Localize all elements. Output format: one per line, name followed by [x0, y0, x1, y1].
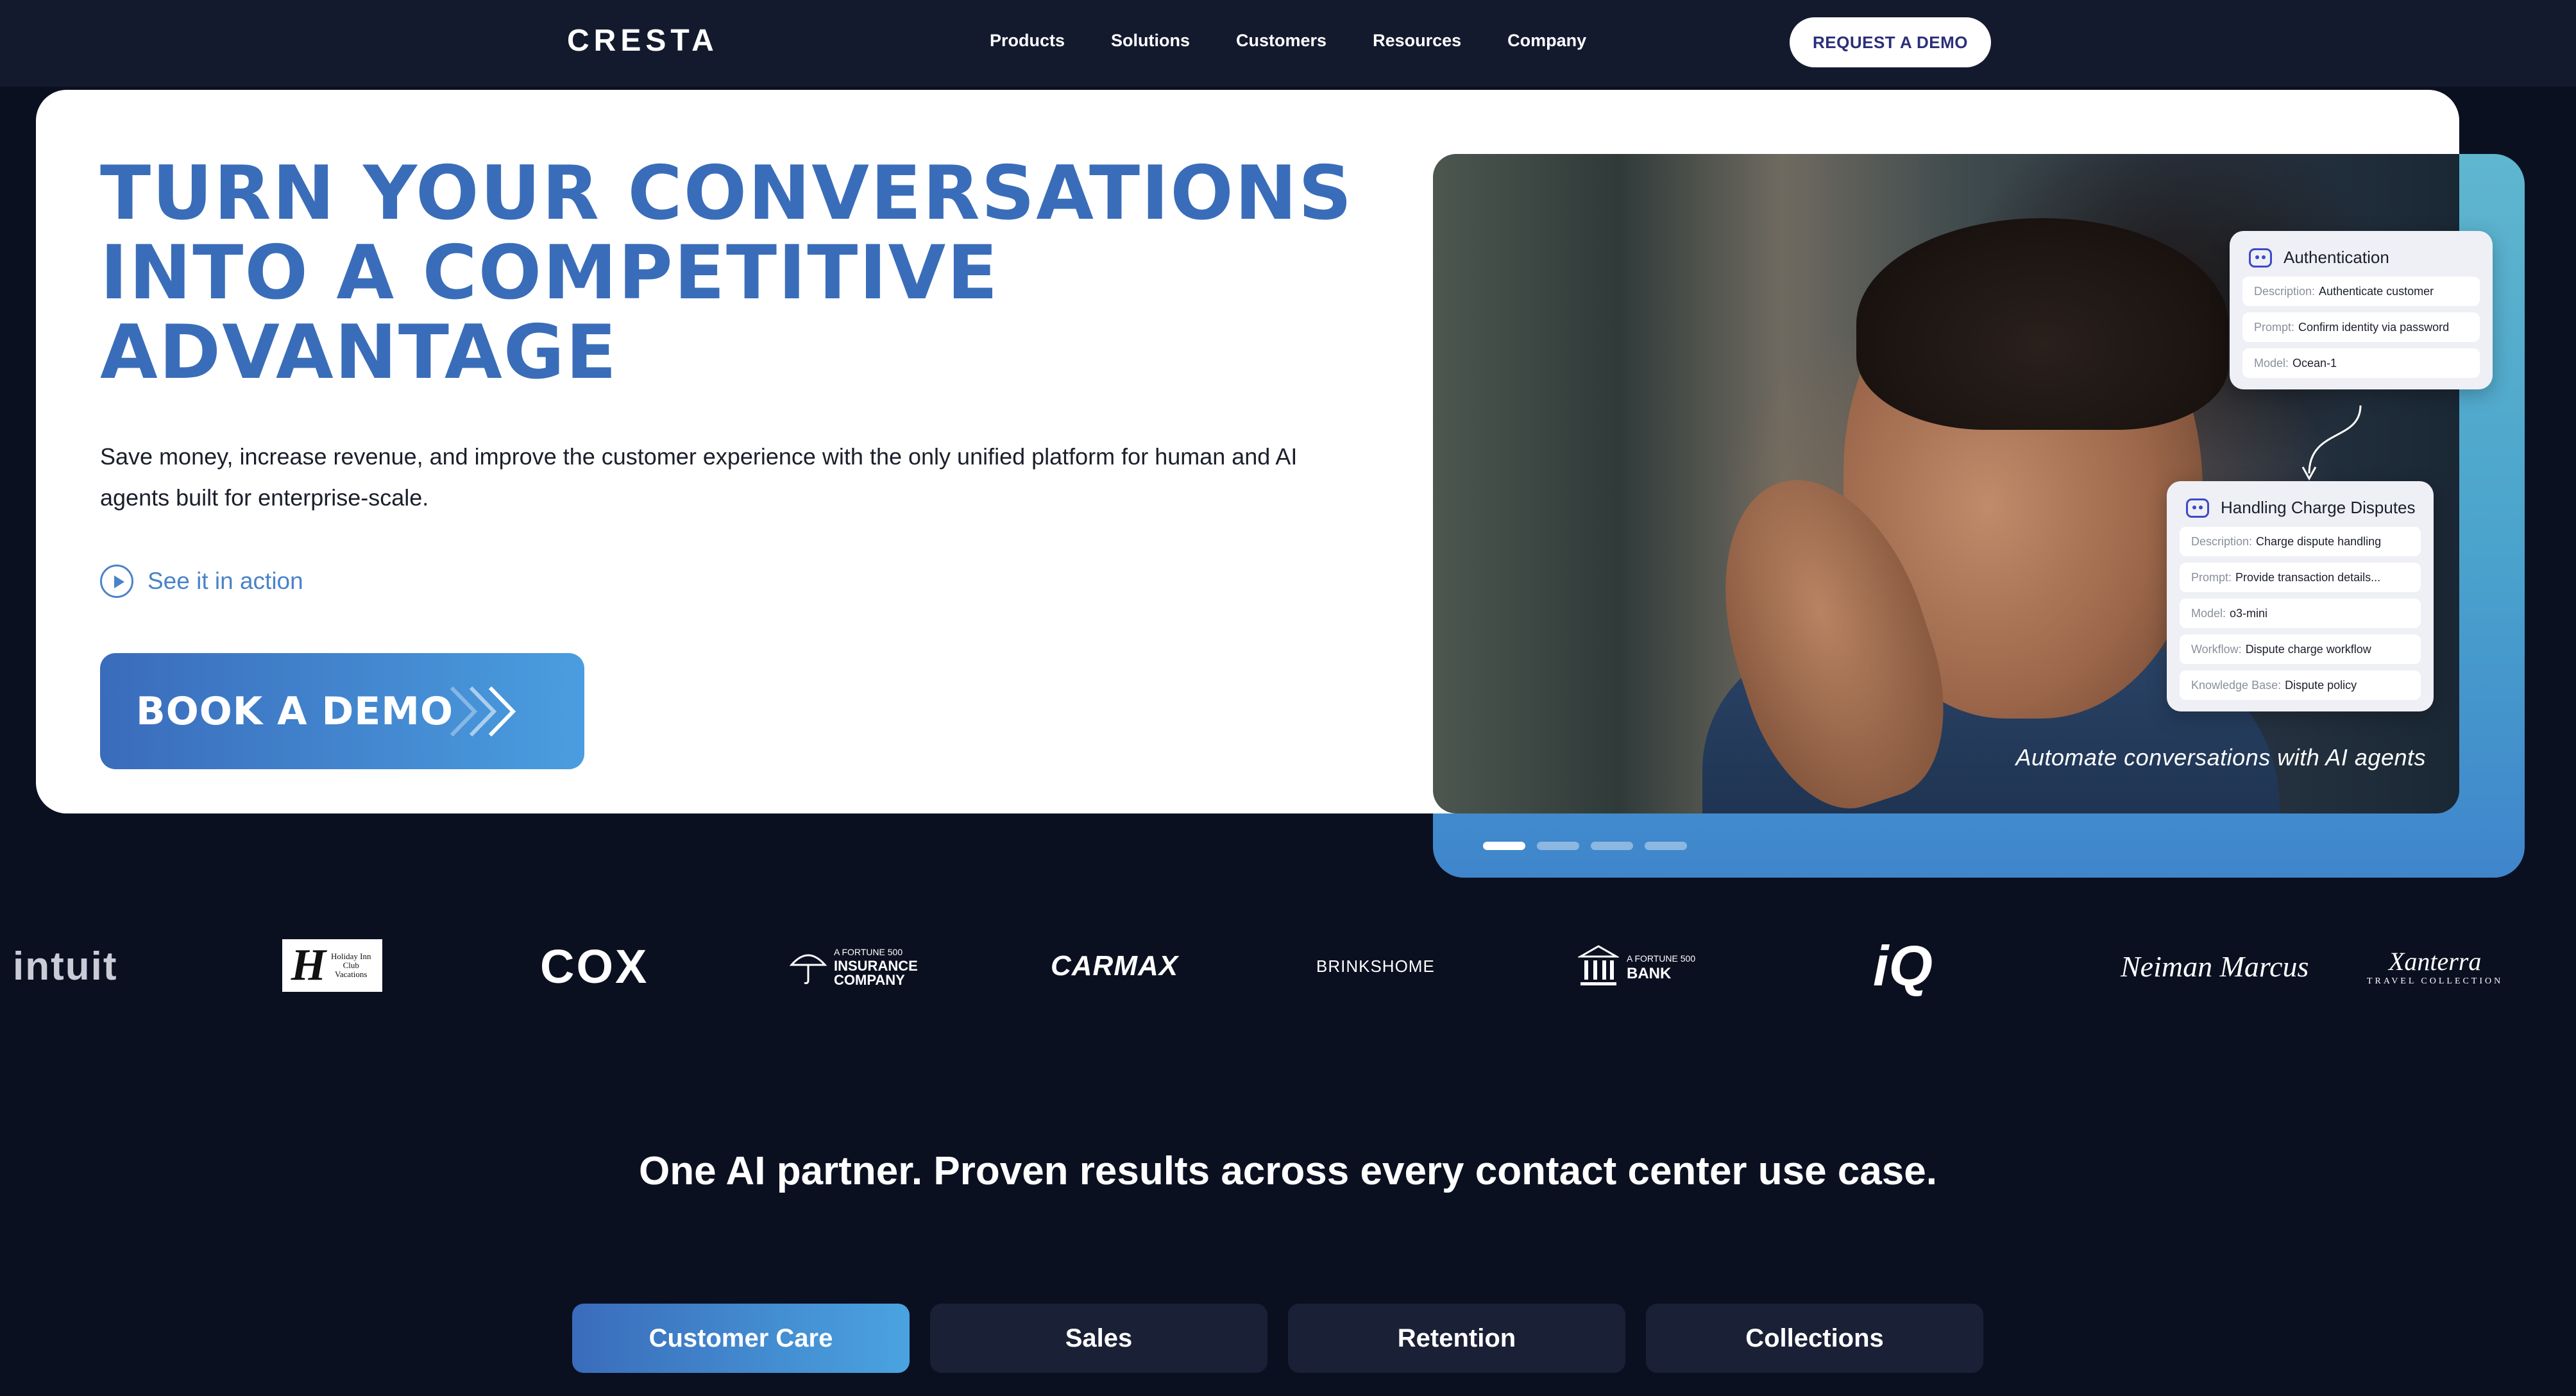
tab-retention[interactable]: Retention: [1288, 1304, 1625, 1373]
row-value: Provide transaction details...: [2235, 570, 2381, 584]
card-row: Prompt: Provide transaction details...: [2180, 563, 2421, 592]
robot-icon: [2249, 248, 2272, 268]
bank-small: A FORTUNE 500: [1627, 953, 1696, 964]
row-value: Dispute charge workflow: [2245, 642, 2371, 656]
carousel-dots: [1483, 842, 1687, 850]
nav-links: Products Solutions Customers Resources C…: [990, 31, 1586, 51]
nav-company[interactable]: Company: [1507, 31, 1586, 51]
card-row: Prompt: Confirm identity via password: [2242, 312, 2480, 342]
xanterra-logo: Xanterra TRAVEL COLLECTION: [2367, 934, 2503, 998]
card-title: Authentication: [2284, 248, 2389, 267]
photo-hair: [1856, 218, 2228, 430]
row-key: Description:: [2254, 284, 2316, 298]
hero-subtitle: Save money, increase revenue, and improv…: [100, 443, 1298, 511]
tab-customer-care[interactable]: Customer Care: [572, 1304, 910, 1373]
row-key: Model:: [2254, 356, 2289, 370]
customer-logos: intuit H Holiday Inn Club Vacations COX …: [0, 934, 2576, 998]
charge-disputes-card: Handling Charge Disputes Description: Cha…: [2167, 481, 2434, 711]
hero-title: TURN YOUR CONVERSATIONS INTO A COMPETITI…: [100, 150, 1353, 396]
robot-icon: [2186, 498, 2209, 518]
bank-icon: [1578, 945, 1619, 985]
row-key: Description:: [2191, 534, 2253, 548]
tab-sales[interactable]: Sales: [930, 1304, 1267, 1373]
insurance-small: A FORTUNE 500: [834, 947, 903, 957]
section-title: One AI partner. Proven results across ev…: [639, 1149, 1937, 1193]
row-key: Workflow:: [2191, 642, 2242, 656]
see-it-in-action-link[interactable]: See it in action: [100, 565, 303, 598]
insurance-big: INSURANCE COMPANY: [834, 958, 918, 988]
top-nav: CRESTA Products Solutions Customers Reso…: [0, 0, 2576, 87]
row-value: Dispute policy: [2285, 678, 2357, 692]
row-key: Knowledge Base:: [2191, 678, 2282, 692]
iq-logo: iQ: [1873, 934, 1933, 998]
row-value: Charge dispute handling: [2256, 534, 2382, 548]
card-row: Description: Authenticate customer: [2242, 277, 2480, 306]
holiday-inn-logo: H Holiday Inn Club Vacations: [282, 939, 382, 992]
nav-products[interactable]: Products: [990, 31, 1065, 51]
flow-arrow-icon: [2301, 405, 2362, 481]
carousel-dot-4[interactable]: [1645, 842, 1687, 850]
row-value: o3-mini: [2230, 606, 2268, 620]
insurance-text: A FORTUNE 500 INSURANCE COMPANY: [834, 945, 930, 987]
cox-logo: COX: [540, 939, 649, 993]
card-row: Model: Ocean-1: [2242, 348, 2480, 378]
tab-collections[interactable]: Collections: [1646, 1304, 1983, 1373]
carousel-dot-2[interactable]: [1537, 842, 1579, 850]
carmax-logo: CARMAX: [1051, 950, 1179, 982]
book-demo-label: BOOK A DEMO: [136, 688, 453, 734]
xanterra-name: Xanterra: [2388, 946, 2482, 976]
nav-customers[interactable]: Customers: [1236, 31, 1326, 51]
card-header: Authentication: [2242, 248, 2480, 268]
nav-resources[interactable]: Resources: [1373, 31, 1461, 51]
card-header: Handling Charge Disputes: [2180, 498, 2421, 518]
holiday-inn-mark: H: [291, 941, 326, 990]
bank-logo: A FORTUNE 500 BANK: [1578, 934, 1695, 998]
carousel-dot-3[interactable]: [1591, 842, 1633, 850]
card-row: Workflow: Dispute charge workflow: [2180, 634, 2421, 664]
double-chevron-right-icon: [450, 686, 516, 737]
intuit-logo: intuit: [13, 944, 118, 989]
card-row: Knowledge Base: Dispute policy: [2180, 670, 2421, 700]
row-value: Authenticate customer: [2319, 284, 2434, 298]
authentication-card: Authentication Description: Authenticate …: [2230, 231, 2493, 389]
row-key: Prompt:: [2191, 570, 2232, 584]
row-value: Confirm identity via password: [2298, 320, 2450, 334]
cresta-logo[interactable]: CRESTA: [567, 23, 718, 58]
card-row: Model: o3-mini: [2180, 599, 2421, 628]
card-title: Handling Charge Disputes: [2221, 498, 2416, 517]
bank-text: A FORTUNE 500 BANK: [1627, 951, 1695, 982]
see-it-in-action-label: See it in action: [148, 568, 303, 594]
row-key: Model:: [2191, 606, 2226, 620]
neiman-marcus-logo: Neiman Marcus: [2121, 949, 2309, 983]
use-case-tabs: Customer Care Sales Retention Collection…: [572, 1304, 1983, 1373]
bank-big: BANK: [1627, 965, 1672, 982]
nav-solutions[interactable]: Solutions: [1111, 31, 1190, 51]
card-row: Description: Charge dispute handling: [2180, 527, 2421, 556]
holiday-inn-text: Holiday Inn Club Vacations: [330, 951, 371, 979]
insurance-logo: A FORTUNE 500 INSURANCE COMPANY: [789, 934, 930, 998]
row-key: Prompt:: [2254, 320, 2295, 334]
play-icon: [100, 565, 133, 598]
brinks-home-logo: BRINKSHOME: [1316, 956, 1435, 976]
carousel-dot-1[interactable]: [1483, 842, 1525, 850]
umbrella-icon: [789, 954, 827, 984]
photo-caption: Automate conversations with AI agents: [2015, 744, 2426, 770]
book-demo-button[interactable]: BOOK A DEMO: [100, 653, 584, 769]
request-demo-button[interactable]: REQUEST A DEMO: [1790, 17, 1991, 67]
xanterra-tagline: TRAVEL COLLECTION: [2367, 976, 2504, 986]
row-value: Ocean-1: [2292, 356, 2337, 370]
